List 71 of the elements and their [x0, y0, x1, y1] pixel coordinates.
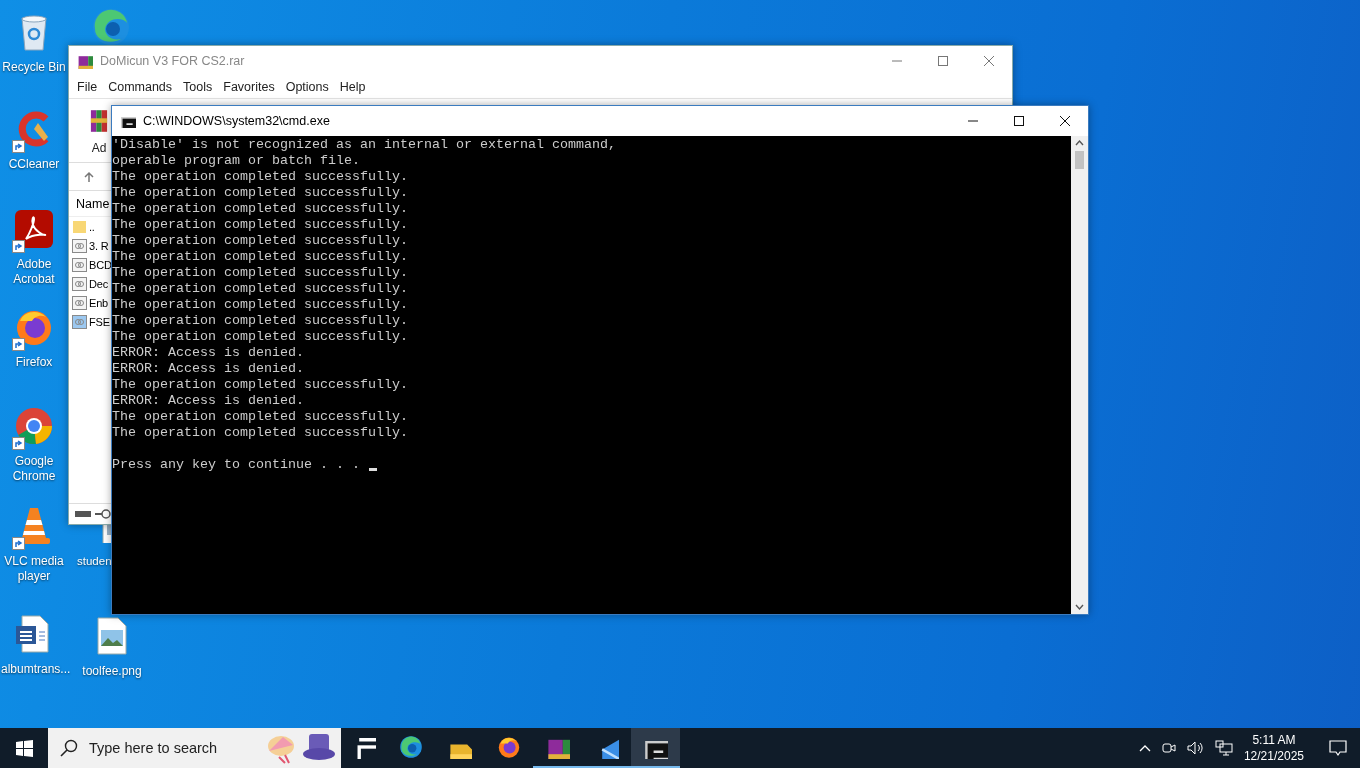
volume-icon[interactable]	[1186, 740, 1205, 756]
text-cursor	[368, 468, 377, 471]
console-line: The operation completed successfully.	[112, 425, 409, 441]
chrome-icon[interactable]	[14, 406, 54, 446]
console-line: The operation completed successfully.	[112, 313, 409, 329]
browser-icon[interactable]	[91, 7, 131, 47]
menu-item[interactable]: Options	[281, 80, 333, 94]
desktop-icon-label[interactable]: Google Chrome	[1, 454, 67, 484]
desktop-icon-label[interactable]: Adobe Acrobat	[1, 257, 67, 287]
console-line: The operation completed successfully.	[112, 297, 409, 313]
maximize-icon[interactable]	[1014, 116, 1024, 126]
console-line: The operation completed successfully.	[112, 265, 409, 281]
console-line: The operation completed successfully.	[112, 409, 409, 425]
console-line: The operation completed successfully.	[112, 329, 409, 345]
console-line: The operation completed successfully.	[112, 169, 409, 185]
shortcut-arrow-icon	[12, 140, 25, 153]
key-icon	[95, 509, 111, 519]
camera-icon[interactable]	[1160, 740, 1177, 756]
desktop-icon-label[interactable]: Firefox	[15, 355, 53, 370]
menu-item[interactable]: Tools	[179, 80, 217, 94]
toolbar-button[interactable]: Ad	[90, 99, 108, 155]
console-line: The operation completed successfully.	[112, 185, 409, 201]
search-input[interactable]: Type here to search	[87, 739, 261, 757]
file-name[interactable]: Enb	[89, 296, 108, 309]
archive-icon	[77, 53, 93, 69]
shortcut-arrow-icon	[12, 338, 25, 351]
search-box[interactable]: Type here to search	[48, 728, 341, 768]
console-line: 'Disable' is not recognized as an internal or external command,	[112, 137, 617, 153]
chevron-up-icon[interactable]	[1138, 744, 1151, 752]
search-icon	[60, 739, 78, 757]
desktop-icon-label[interactable]: toolfee.png	[82, 664, 142, 679]
console-line: The operation completed successfully.	[112, 377, 409, 393]
desktop-icon-label[interactable]: CCleaner	[8, 157, 60, 172]
shortcut-arrow-icon	[12, 537, 25, 550]
drive-icon	[75, 510, 91, 518]
column-header[interactable]: Name	[76, 196, 110, 211]
start-icon[interactable]	[15, 739, 33, 757]
shortcut-arrow-icon	[12, 240, 25, 253]
console-icon[interactable]	[631, 728, 680, 768]
pdf-icon[interactable]	[14, 209, 54, 249]
shortcut-arrow-icon	[12, 437, 25, 450]
console-line: ERROR: Access is denied.	[112, 345, 305, 361]
scrollbar-thumb[interactable]	[1075, 151, 1084, 169]
file-name[interactable]: Dec	[89, 277, 108, 290]
desktop-icon-label[interactable]: Recycle Bin	[2, 60, 66, 75]
clock-date[interactable]: 12/21/2025	[1243, 748, 1304, 764]
console-icon	[120, 114, 136, 128]
network-icon[interactable]	[1214, 740, 1233, 756]
console-line: ERROR: Access is denied.	[112, 393, 305, 409]
menu-item[interactable]: Favorites	[219, 80, 279, 94]
file-name[interactable]: FSE	[89, 315, 110, 328]
console-line: The operation completed successfully.	[112, 217, 409, 233]
menu-item[interactable]: Help	[335, 80, 370, 94]
console-line: The operation completed successfully.	[112, 249, 409, 264]
desktop-icon-label[interactable]: VLC media player	[1, 554, 67, 584]
console-line: ERROR: Access is denied.	[112, 361, 305, 377]
console-line: operable program or batch file.	[112, 153, 361, 169]
menu-item[interactable]: Commands	[104, 80, 177, 94]
window-title: C:\WINDOWS\system32\cmd.exe	[143, 114, 331, 128]
console-line: The operation completed successfully.	[112, 201, 409, 217]
window-title: DoMicun V3 FOR CS2.rar	[100, 54, 246, 68]
clock-time[interactable]: 5:11 AM	[1252, 732, 1296, 748]
console-line: The operation completed successfully.	[112, 281, 409, 297]
close-icon[interactable]	[1060, 116, 1070, 126]
up-arrow-icon[interactable]	[83, 170, 95, 183]
desktop-icon-label[interactable]: studen	[77, 554, 112, 569]
file-name[interactable]: ..	[89, 220, 95, 233]
file-name[interactable]: 3. R	[89, 239, 109, 252]
console-prompt: Press any key to continue . . .	[112, 457, 360, 473]
console-line: The operation completed successfully.	[112, 233, 409, 249]
menu-item[interactable]: File	[73, 80, 102, 94]
